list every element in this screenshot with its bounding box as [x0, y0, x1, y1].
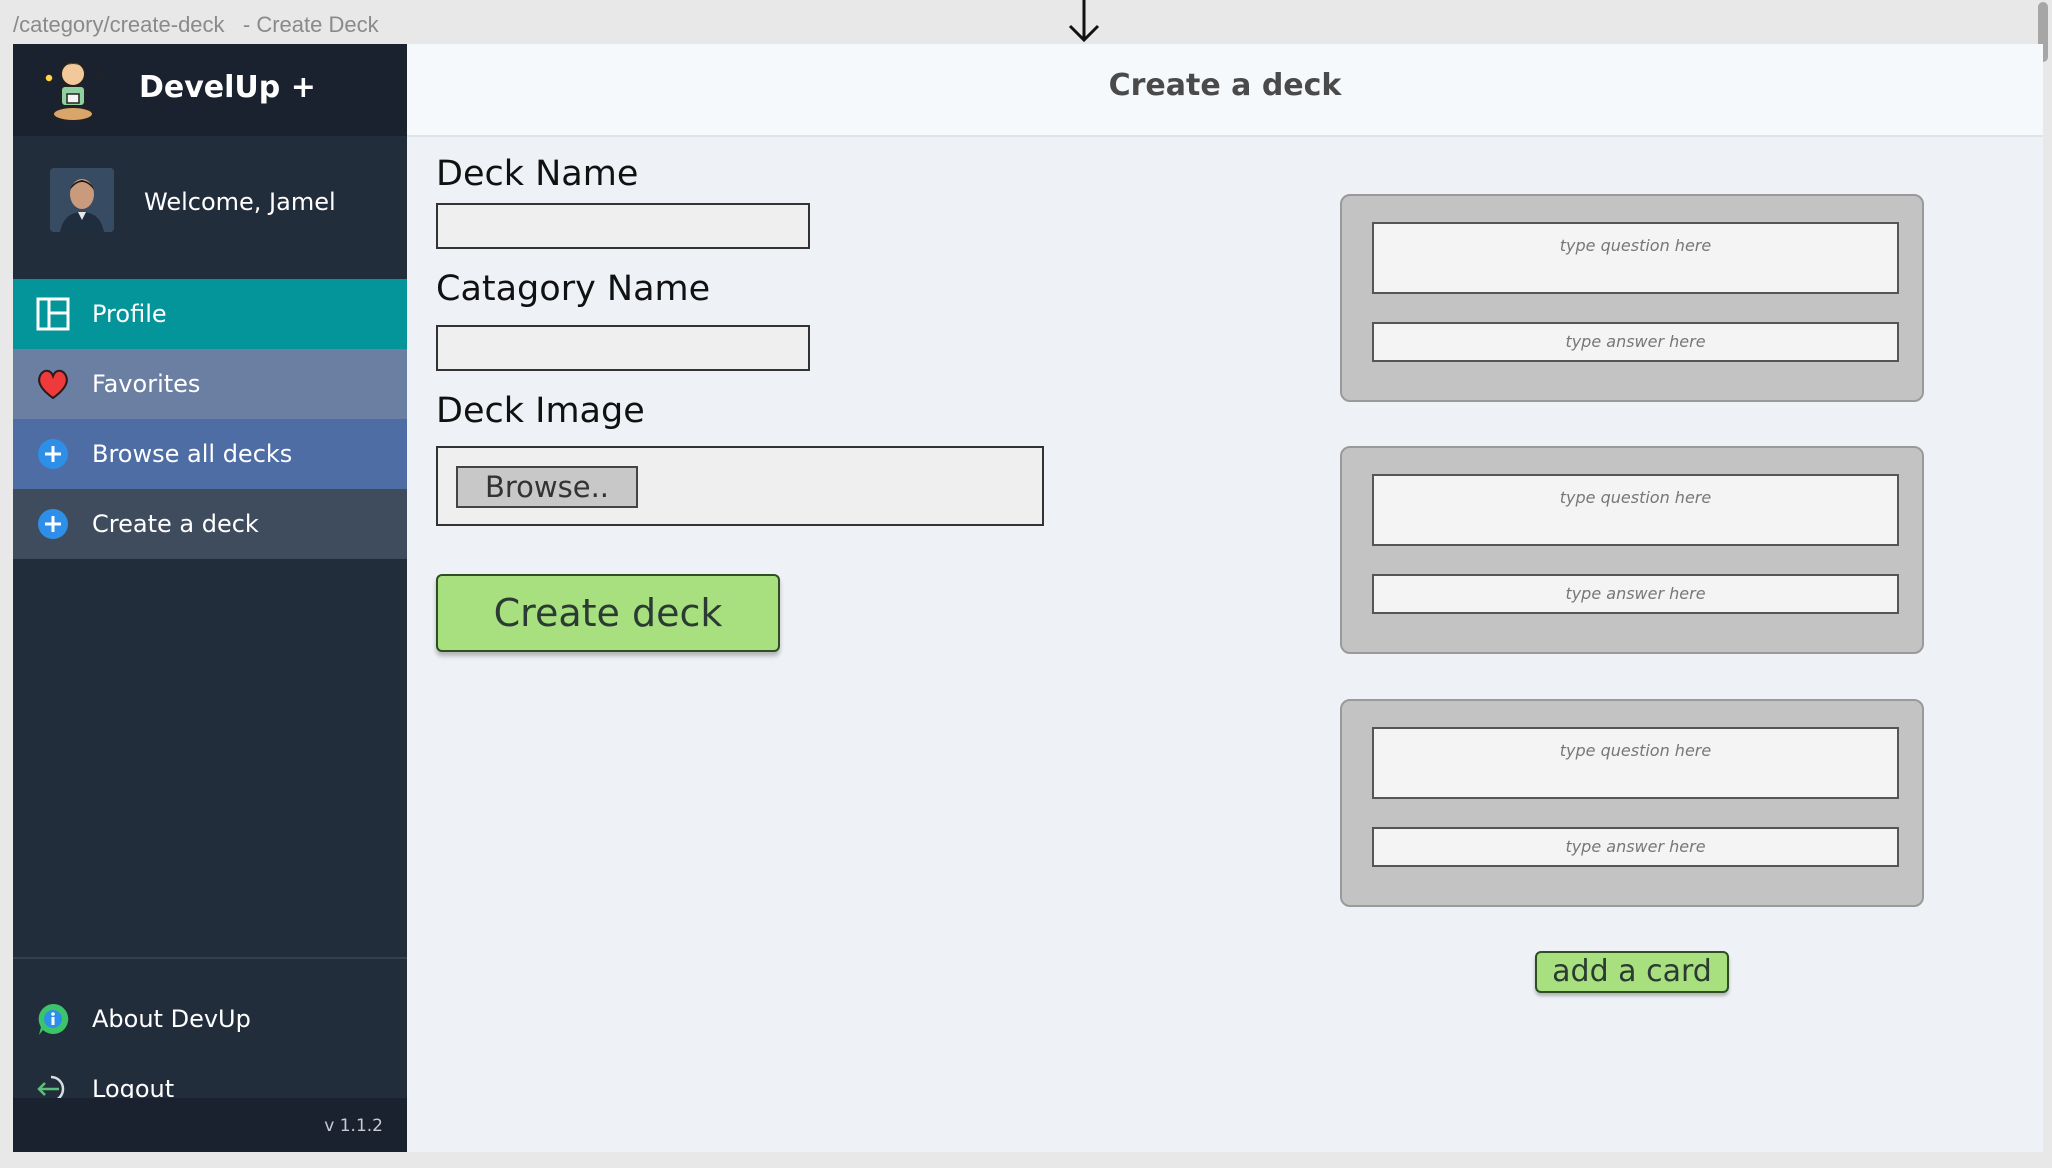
plus-circle-icon	[38, 509, 68, 539]
info-icon	[38, 1003, 69, 1035]
sidebar-item-label: Create a deck	[92, 510, 259, 538]
deck-name-input[interactable]	[436, 203, 810, 249]
brand-name: DevelUp +	[139, 70, 316, 105]
category-name-label: Catagory Name	[436, 269, 711, 309]
answer-input[interactable]: type answer here	[1372, 322, 1899, 362]
page-title: Create a deck	[1108, 68, 1342, 103]
answer-input[interactable]: type answer here	[1372, 574, 1899, 614]
brand-header[interactable]: DevelUp +	[13, 44, 407, 136]
avatar[interactable]	[50, 168, 114, 232]
arrow-down-icon	[1068, 0, 1100, 43]
sidebar-item-label: Profile	[92, 300, 167, 328]
main-content: Create a deck Deck Name Catagory Name De…	[407, 44, 2043, 1152]
developer-logo-icon	[38, 57, 103, 122]
welcome-text: Welcome, Jamel	[144, 188, 336, 216]
sidebar-item-label: Favorites	[92, 370, 201, 398]
sidebar-item-browse-all-decks[interactable]: Browse all decks	[13, 419, 407, 489]
url-text: /category/create-deck - Create Deck	[13, 12, 379, 37]
sidebar-divider	[13, 957, 407, 959]
create-deck-button[interactable]: Create deck	[436, 574, 780, 652]
category-name-input[interactable]	[436, 325, 810, 371]
plus-circle-icon	[38, 439, 68, 469]
version-footer: v 1.1.2	[13, 1098, 407, 1152]
heart-icon	[38, 369, 68, 400]
sidebar-item-about[interactable]: About DevUp	[13, 984, 407, 1054]
flashcard-editor: type question here type answer here	[1340, 699, 1924, 907]
question-input[interactable]: type question here	[1372, 474, 1899, 546]
flashcard-editor: type question here type answer here	[1340, 194, 1924, 402]
page-header: Create a deck	[407, 44, 2043, 137]
sidebar-item-favorites[interactable]: Favorites	[13, 349, 407, 419]
question-input[interactable]: type question here	[1372, 727, 1899, 799]
browser-address-bar: /category/create-deck - Create Deck	[0, 0, 2052, 62]
deck-image-file-input[interactable]: Browse..	[436, 446, 1044, 526]
sidebar-item-create-deck[interactable]: Create a deck	[13, 489, 407, 559]
deck-image-label: Deck Image	[436, 391, 645, 431]
sidebar-item-label: About DevUp	[92, 1005, 251, 1033]
browse-button[interactable]: Browse..	[456, 466, 638, 508]
answer-input[interactable]: type answer here	[1372, 827, 1899, 867]
sidebar: DevelUp + Welcome, Jamel Profile Favorit…	[13, 44, 407, 1152]
add-card-button[interactable]: add a card	[1535, 951, 1729, 993]
sidebar-item-label: Browse all decks	[92, 440, 293, 468]
avatar-image	[50, 168, 114, 232]
question-input[interactable]: type question here	[1372, 222, 1899, 294]
layout-icon	[36, 297, 70, 331]
app-window: DevelUp + Welcome, Jamel Profile Favorit…	[13, 44, 2043, 1152]
sidebar-item-profile[interactable]: Profile	[13, 279, 407, 349]
deck-name-label: Deck Name	[436, 154, 639, 194]
flashcard-editor: type question here type answer here	[1340, 446, 1924, 654]
version-text: v 1.1.2	[324, 1116, 383, 1136]
